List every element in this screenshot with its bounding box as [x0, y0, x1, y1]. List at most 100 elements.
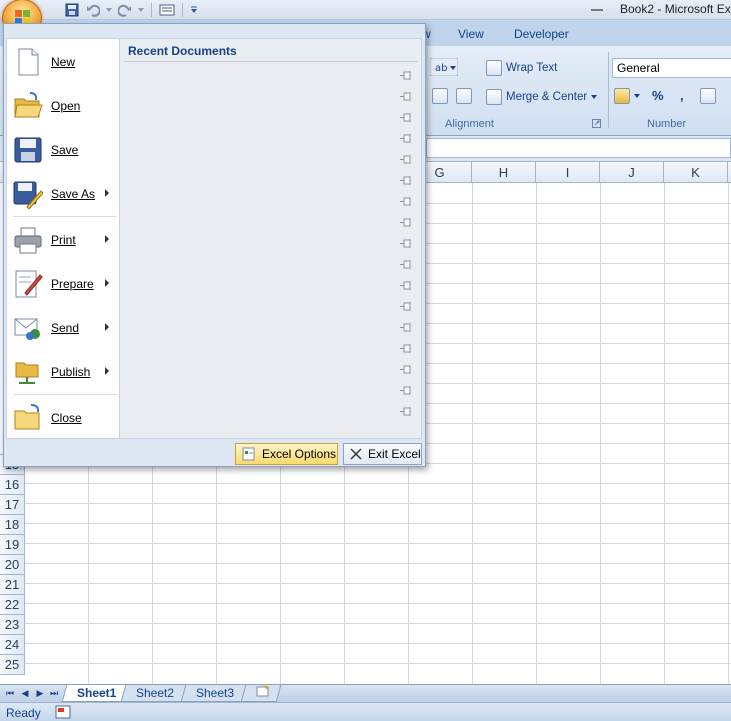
wrap-text-icon — [486, 60, 502, 76]
comma-button[interactable]: , — [680, 88, 684, 103]
row-header[interactable]: 25 — [0, 655, 25, 675]
office-menu-commands: New Open Save Save As Print Prepare Send… — [6, 38, 120, 439]
pin-icon[interactable] — [400, 386, 413, 395]
office-menu: New Open Save Save As Print Prepare Send… — [3, 23, 426, 467]
row-header[interactable]: 19 — [0, 535, 25, 555]
pin-icon[interactable] — [400, 344, 413, 353]
pin-icon[interactable] — [400, 302, 413, 311]
next-sheet-icon[interactable]: ▶ — [34, 687, 46, 699]
redo-icon[interactable] — [116, 1, 134, 18]
orientation-icon: ab — [430, 58, 458, 76]
office-menu-footer: Excel Options Exit Excel — [6, 439, 425, 466]
column-header[interactable]: J — [600, 162, 664, 183]
orientation-button[interactable]: ab — [430, 58, 458, 76]
sheet-tab-sheet3[interactable]: Sheet3 — [180, 685, 250, 702]
column-header[interactable]: I — [536, 162, 600, 183]
formula-input[interactable] — [426, 138, 731, 158]
menu-item-new[interactable]: New — [7, 42, 119, 82]
pin-icon[interactable] — [400, 176, 413, 185]
pin-icon[interactable] — [400, 260, 413, 269]
currency-button[interactable] — [614, 88, 640, 104]
save-icon[interactable] — [63, 1, 81, 18]
menu-item-save-as[interactable]: Save As — [7, 174, 119, 214]
menu-item-send[interactable]: Send — [7, 308, 119, 348]
first-sheet-icon[interactable]: ⏮ — [4, 687, 16, 699]
undo-icon[interactable] — [84, 1, 102, 18]
row-header[interactable]: 20 — [0, 555, 25, 575]
pin-icon[interactable] — [400, 113, 413, 122]
currency-icon — [614, 88, 630, 104]
recent-documents-title: Recent Documents — [128, 44, 237, 58]
status-text: Ready — [6, 706, 41, 720]
row-header[interactable]: 22 — [0, 595, 25, 615]
row-header[interactable]: 17 — [0, 495, 25, 515]
pin-icon[interactable] — [400, 407, 413, 416]
chevron-right-icon — [105, 189, 109, 197]
increase-indent-icon — [456, 88, 472, 104]
pin-icon[interactable] — [400, 155, 413, 164]
menu-item-open[interactable]: Open — [7, 86, 119, 126]
save-as-icon — [13, 181, 43, 209]
svg-text:ab: ab — [435, 63, 447, 74]
merge-center-icon — [486, 89, 502, 105]
undo-dropdown-icon[interactable] — [105, 1, 113, 18]
chevron-right-icon — [105, 235, 109, 243]
pin-icon[interactable] — [400, 281, 413, 290]
row-header[interactable]: 21 — [0, 575, 25, 595]
pin-icon[interactable] — [400, 197, 413, 206]
title-bar: Book2 - Microsoft Ex — [0, 0, 731, 20]
menu-item-save[interactable]: Save — [7, 130, 119, 170]
increase-decimal-icon — [700, 88, 716, 104]
insert-sheet-button[interactable] — [240, 685, 282, 702]
menu-item-prepare[interactable]: Prepare — [7, 264, 119, 304]
pin-icon[interactable] — [400, 134, 413, 143]
row-header[interactable]: 16 — [0, 475, 25, 495]
increase-decimal-button[interactable] — [700, 88, 716, 104]
chevron-down-icon — [634, 94, 640, 98]
last-sheet-icon[interactable]: ⏭ — [48, 687, 60, 699]
quick-access-toolbar — [46, 1, 199, 18]
wrap-text-button[interactable]: Wrap Text — [486, 60, 557, 76]
number-group-label: Number — [647, 118, 687, 130]
close-folder-icon — [14, 404, 40, 430]
excel-options-button[interactable]: Excel Options — [235, 443, 338, 465]
tab-view[interactable]: View — [458, 27, 484, 41]
pin-icon[interactable] — [400, 71, 413, 80]
column-header[interactable]: H — [472, 162, 536, 183]
pin-icon[interactable] — [400, 365, 413, 374]
insert-sheet-icon — [256, 685, 270, 702]
redo-dropdown-icon[interactable] — [137, 1, 145, 18]
tab-developer[interactable]: Developer — [514, 27, 569, 41]
number-format-select[interactable]: General — [612, 58, 731, 78]
pin-icon[interactable] — [400, 323, 413, 332]
row-header[interactable]: 24 — [0, 635, 25, 655]
row-header[interactable]: 23 — [0, 615, 25, 635]
chevron-right-icon — [105, 279, 109, 287]
increase-indent-button[interactable] — [456, 88, 472, 104]
prev-sheet-icon[interactable]: ◀ — [19, 687, 31, 699]
pin-icon[interactable] — [400, 218, 413, 227]
decrease-indent-button[interactable] — [432, 88, 448, 104]
dialog-launcher-icon[interactable] — [592, 119, 601, 128]
chevron-right-icon — [105, 323, 109, 331]
exit-excel-button[interactable]: Exit Excel — [343, 443, 422, 465]
sheet-tab-sheet2[interactable]: Sheet2 — [120, 685, 190, 702]
macro-record-icon[interactable] — [55, 705, 71, 719]
percent-button[interactable]: % — [652, 88, 664, 103]
publish-icon — [15, 362, 39, 384]
form-icon[interactable] — [158, 1, 176, 18]
row-header[interactable]: 18 — [0, 515, 25, 535]
menu-item-close[interactable]: Close — [7, 398, 119, 438]
customize-qat-icon[interactable] — [189, 1, 199, 18]
pin-icon[interactable] — [400, 92, 413, 101]
pin-icon[interactable] — [400, 239, 413, 248]
title-separator-icon — [591, 9, 603, 11]
menu-item-print[interactable]: Print — [7, 220, 119, 260]
alignment-group-label: Alignment — [445, 118, 494, 130]
menu-item-publish[interactable]: Publish — [7, 352, 119, 392]
chevron-right-icon — [105, 367, 109, 375]
prepare-icon — [15, 270, 43, 298]
merge-center-button[interactable]: Merge & Center — [486, 89, 598, 105]
status-bar: Ready — [0, 702, 731, 721]
column-header[interactable]: K — [664, 162, 728, 183]
